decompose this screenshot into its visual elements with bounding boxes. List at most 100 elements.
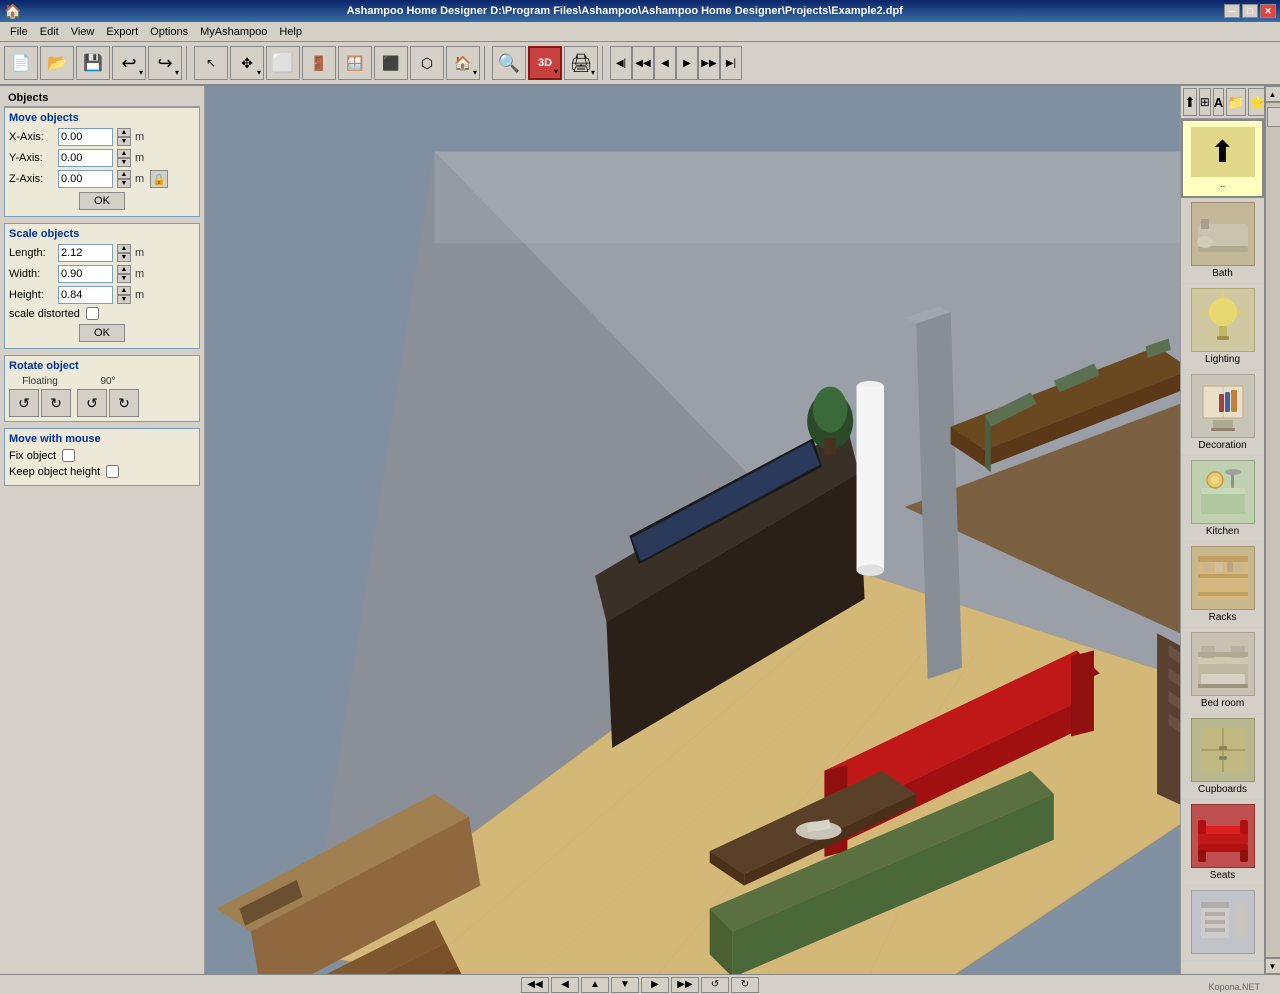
toolbar-nav2[interactable]: ◀◀ [632,46,654,80]
rotate-object-section: Rotate object Floating ↺ ↻ 90° ↺ ↻ [4,355,200,422]
minimize-button[interactable]: ─ [1224,4,1240,18]
toolbar-wall[interactable]: ⬜ [266,46,300,80]
category-decoration[interactable]: Decoration [1181,370,1264,456]
right-grid-button[interactable]: ⊞ [1199,88,1211,116]
toolbar-door[interactable]: 🚪 [302,46,336,80]
width-spinner[interactable]: ▲ ▼ [117,265,131,283]
close-button[interactable]: ✕ [1260,4,1276,18]
toolbar-floor[interactable]: ⬡ [410,46,444,80]
menu-help[interactable]: Help [273,24,308,40]
nav-down-button[interactable]: ▼ [611,977,639,993]
length-spinner[interactable]: ▲ ▼ [117,244,131,262]
z-axis-down[interactable]: ▼ [117,179,131,188]
menu-export[interactable]: Export [100,24,144,40]
toolbar-redo[interactable]: ↪▾ [148,46,182,80]
scroll-thumb[interactable] [1267,107,1280,127]
x-axis-down[interactable]: ▼ [117,137,131,146]
width-label: Width: [9,268,54,280]
toolbar-nav3[interactable]: ◀ [654,46,676,80]
y-axis-down[interactable]: ▼ [117,158,131,167]
nav-left-rotate-button[interactable]: ↺ [701,977,729,993]
rotate90-right-button[interactable]: ↻ [109,389,139,417]
menu-file[interactable]: File [4,24,34,40]
scroll-down-button[interactable]: ▼ [1265,958,1280,974]
rotate-right-button[interactable]: ↻ [41,389,71,417]
y-axis-input[interactable] [58,149,113,167]
nav-prev-prev-button[interactable]: ◀◀ [521,977,549,993]
scroll-track[interactable] [1265,102,1280,958]
width-input[interactable] [58,265,113,283]
toolbar-3d[interactable]: 3D▾ [528,46,562,80]
right-up-level-button[interactable]: ⬆ [1183,88,1197,116]
z-axis-up[interactable]: ▲ [117,170,131,179]
toolbar-select[interactable]: ↖ [194,46,228,80]
length-down[interactable]: ▼ [117,253,131,262]
menu-edit[interactable]: Edit [34,24,65,40]
category-kitchen[interactable]: Kitchen [1181,456,1264,542]
height-up[interactable]: ▲ [117,286,131,295]
toolbar-print[interactable]: 🖨▾ [564,46,598,80]
toolbar-open[interactable]: 📂 [40,46,74,80]
x-axis-spinner[interactable]: ▲ ▼ [117,128,131,146]
nav-right-rotate-button[interactable]: ↻ [731,977,759,993]
toolbar-nav1[interactable]: ◀| [610,46,632,80]
toolbar-window[interactable]: 🪟 [338,46,372,80]
category-racks[interactable]: Racks [1181,542,1264,628]
height-input[interactable] [58,286,113,304]
nav-next-button[interactable]: ▶ [641,977,669,993]
menu-options[interactable]: Options [144,24,194,40]
length-label: Length: [9,247,54,259]
toolbar-nav5[interactable]: ▶▶ [698,46,720,80]
maximize-button[interactable]: □ [1242,4,1258,18]
move-ok-button[interactable]: OK [79,192,125,210]
scroll-up-button[interactable]: ▲ [1265,86,1280,102]
height-down[interactable]: ▼ [117,295,131,304]
nav-up-button[interactable]: ▲ [581,977,609,993]
height-spinner[interactable]: ▲ ▼ [117,286,131,304]
right-text-button[interactable]: A [1213,88,1224,116]
z-lock-button[interactable]: 🔒 [150,170,168,188]
scale-distorted-checkbox[interactable] [86,307,99,320]
toolbar-roof[interactable]: 🏠▾ [446,46,480,80]
toolbar-undo[interactable]: ↩▾ [112,46,146,80]
right-folder-button[interactable]: 📁 [1226,88,1245,116]
width-up[interactable]: ▲ [117,265,131,274]
toolbar-move[interactable]: ✥▾ [230,46,264,80]
y-axis-up[interactable]: ▲ [117,149,131,158]
toolbar-new[interactable]: 📄 [4,46,38,80]
menu-view[interactable]: View [65,24,101,40]
height-unit: m [135,289,144,301]
viewport[interactable] [205,86,1180,974]
category-misc[interactable] [1181,886,1264,961]
toolbar-stairs[interactable]: ⬛ [374,46,408,80]
category-lighting[interactable]: Lighting [1181,284,1264,370]
length-input[interactable] [58,244,113,262]
rotate-left-button[interactable]: ↺ [9,389,39,417]
scale-objects-title: Scale objects [9,228,195,240]
nav-prev-button[interactable]: ◀ [551,977,579,993]
fix-object-checkbox[interactable] [62,449,75,462]
right-star-button[interactable]: ⭐ [1248,88,1264,116]
category-bedroom[interactable]: Bed room [1181,628,1264,714]
z-axis-spinner[interactable]: ▲ ▼ [117,170,131,188]
scale-ok-button[interactable]: OK [79,324,125,342]
racks-label: Racks [1209,612,1237,623]
toolbar-nav6[interactable]: ▶| [720,46,742,80]
toolbar-save[interactable]: 💾 [76,46,110,80]
keep-height-checkbox[interactable] [106,465,119,478]
y-axis-spinner[interactable]: ▲ ▼ [117,149,131,167]
width-down[interactable]: ▼ [117,274,131,283]
z-axis-input[interactable] [58,170,113,188]
toolbar-search[interactable]: 🔍 [492,46,526,80]
category-seats[interactable]: Seats [1181,800,1264,886]
menu-myashampoo[interactable]: MyAshampoo [194,24,273,40]
category-bath[interactable]: Bath [1181,198,1264,284]
x-axis-input[interactable] [58,128,113,146]
x-axis-up[interactable]: ▲ [117,128,131,137]
rotate90-left-button[interactable]: ↺ [77,389,107,417]
right-up-arrow-item[interactable]: ⬆ .. [1181,119,1264,198]
length-up[interactable]: ▲ [117,244,131,253]
category-cupboards[interactable]: Cupboards [1181,714,1264,800]
toolbar-nav4[interactable]: ▶ [676,46,698,80]
nav-next-next-button[interactable]: ▶▶ [671,977,699,993]
